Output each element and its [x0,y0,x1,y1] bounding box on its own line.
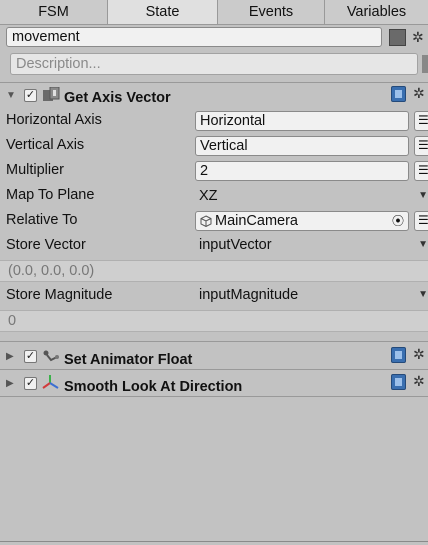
store-magnitude-value: inputMagnitude [199,287,299,303]
help-icon[interactable] [391,374,406,390]
horizontal-axis-field[interactable]: Horizontal [195,111,409,131]
action-header-set-animator-float[interactable]: ▶ ✓ Set Animator Float ✲ [0,347,428,369]
state-color-swatch[interactable] [389,29,406,46]
foldout-collapsed-icon[interactable]: ▶ [6,351,14,362]
divider [0,341,428,342]
label-store-vector: Store Vector [6,237,86,253]
gameobject-cube-icon [200,215,212,227]
inspector-tabs: FSM State Events Variables [0,0,428,25]
transform-axes-icon [42,375,59,389]
label-map-to-plane: Map To Plane [6,187,95,203]
action-enabled-checkbox[interactable]: ✓ [24,377,37,390]
store-vector-value: inputVector [199,237,272,253]
variable-toggle-button[interactable]: ☰ [414,161,428,181]
divider [0,82,428,83]
action-title: Smooth Look At Direction [64,379,243,395]
relative-to-value: MainCamera [215,213,298,229]
divider [0,396,428,397]
chevron-down-icon: ▼ [418,190,428,201]
object-picker-icon[interactable]: ⦿ [392,212,404,230]
store-magnitude-readout: 0 [0,310,428,332]
store-magnitude-dropdown[interactable]: inputMagnitude ▼ [195,285,428,305]
label-multiplier: Multiplier [6,162,65,178]
variable-toggle-button[interactable]: ☰ [414,136,428,156]
label-horizontal-axis: Horizontal Axis [6,112,102,128]
store-vector-readout: (0.0, 0.0, 0.0) [0,260,428,282]
store-vector-dropdown[interactable]: inputVector ▼ [195,235,428,255]
gear-icon[interactable]: ✲ [413,374,425,388]
label-relative-to: Relative To [6,212,78,228]
help-icon[interactable] [391,86,406,102]
foldout-expanded-icon[interactable]: ▼ [6,90,16,101]
gear-icon[interactable]: ✲ [413,347,425,361]
help-icon[interactable] [391,347,406,363]
action-enabled-checkbox[interactable]: ✓ [24,89,37,102]
tab-variables[interactable]: Variables [325,0,428,24]
label-vertical-axis: Vertical Axis [6,137,85,153]
action-header-get-axis-vector[interactable]: ▼ ✓ Get Axis Vector ✲ [0,86,428,109]
state-name-field[interactable]: movement [6,27,382,47]
tab-events[interactable]: Events [218,0,325,24]
action-title: Set Animator Float [64,352,193,368]
label-store-magnitude: Store Magnitude [6,287,113,303]
map-to-plane-value: XZ [199,188,218,204]
divider [0,369,428,370]
chevron-down-icon: ▼ [418,289,428,300]
multiplier-field[interactable]: 2 [195,161,409,181]
vertical-axis-field[interactable]: Vertical [195,136,409,156]
tab-state[interactable]: State [108,0,218,24]
chevron-down-icon: ▼ [418,239,428,250]
description-field[interactable]: Description... [10,53,418,75]
description-scroll-handle[interactable] [422,55,428,73]
animator-icon [43,350,59,362]
action-header-smooth-look-at-direction[interactable]: ▶ ✓ Smooth Look At Direction ✲ [0,374,428,396]
get-axis-vector-icon [43,87,60,101]
variable-toggle-button[interactable]: ☰ [414,111,428,131]
action-title: Get Axis Vector [64,90,171,106]
action-enabled-checkbox[interactable]: ✓ [24,350,37,363]
panel-bottom-border [0,541,428,542]
map-to-plane-dropdown[interactable]: XZ ▼ [195,186,428,206]
gear-icon[interactable]: ✲ [412,30,424,44]
tab-fsm[interactable]: FSM [0,0,108,24]
gear-icon[interactable]: ✲ [413,86,425,100]
relative-to-object-field[interactable]: MainCamera ⦿ [195,211,409,231]
foldout-collapsed-icon[interactable]: ▶ [6,378,14,389]
variable-toggle-button[interactable]: ☰ [414,211,428,231]
